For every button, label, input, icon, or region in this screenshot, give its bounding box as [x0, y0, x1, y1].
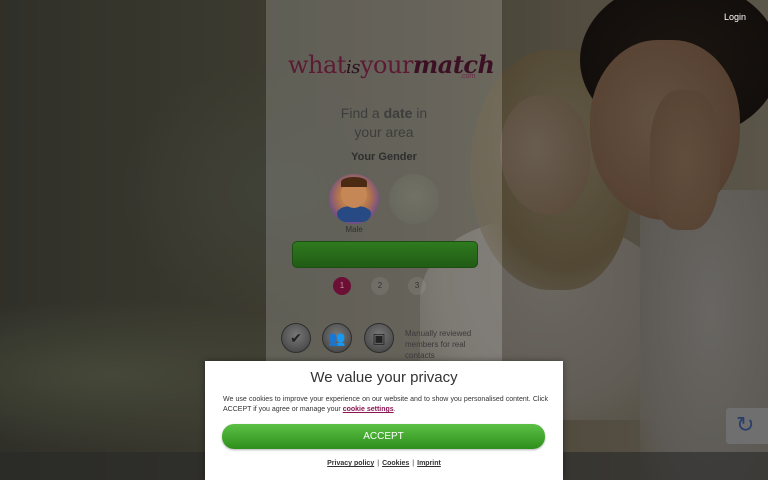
privacy-policy-link[interactable]: Privacy policy: [327, 460, 374, 467]
gender-male-avatar[interactable]: [329, 174, 379, 224]
logo-suffix: .com: [460, 73, 476, 80]
checkmark-icon: ✔: [281, 323, 311, 353]
imprint-link[interactable]: Imprint: [417, 460, 441, 467]
cookie-text: We use cookies to improve your experienc…: [223, 396, 548, 413]
continue-button[interactable]: [292, 241, 478, 268]
cookie-settings-link[interactable]: cookie settings: [343, 406, 394, 413]
gender-male-label: Male: [345, 225, 363, 234]
cookies-link[interactable]: Cookies: [382, 460, 409, 467]
signup-headline: Find a date in your area: [340, 105, 428, 140]
step-3: 3: [408, 277, 426, 295]
people-icon: 👥: [322, 323, 352, 353]
feature-text: Manually reviewed members for real conta…: [405, 329, 472, 360]
gender-female-avatar[interactable]: [389, 174, 439, 224]
recaptcha-icon[interactable]: [726, 408, 768, 444]
cookie-links: Privacy policy | Cookies | Imprint: [327, 460, 441, 467]
accept-button[interactable]: ACCEPT: [222, 424, 545, 449]
gender-title: Your Gender: [351, 151, 417, 163]
step-1: 1: [333, 277, 351, 295]
lock-icon: ▣: [364, 323, 394, 353]
cookie-dialog: We value your privacy We use cookies to …: [205, 361, 563, 480]
login-link[interactable]: Login: [724, 12, 746, 22]
cookie-title: We value your privacy: [310, 369, 458, 386]
step-2: 2: [371, 277, 389, 295]
